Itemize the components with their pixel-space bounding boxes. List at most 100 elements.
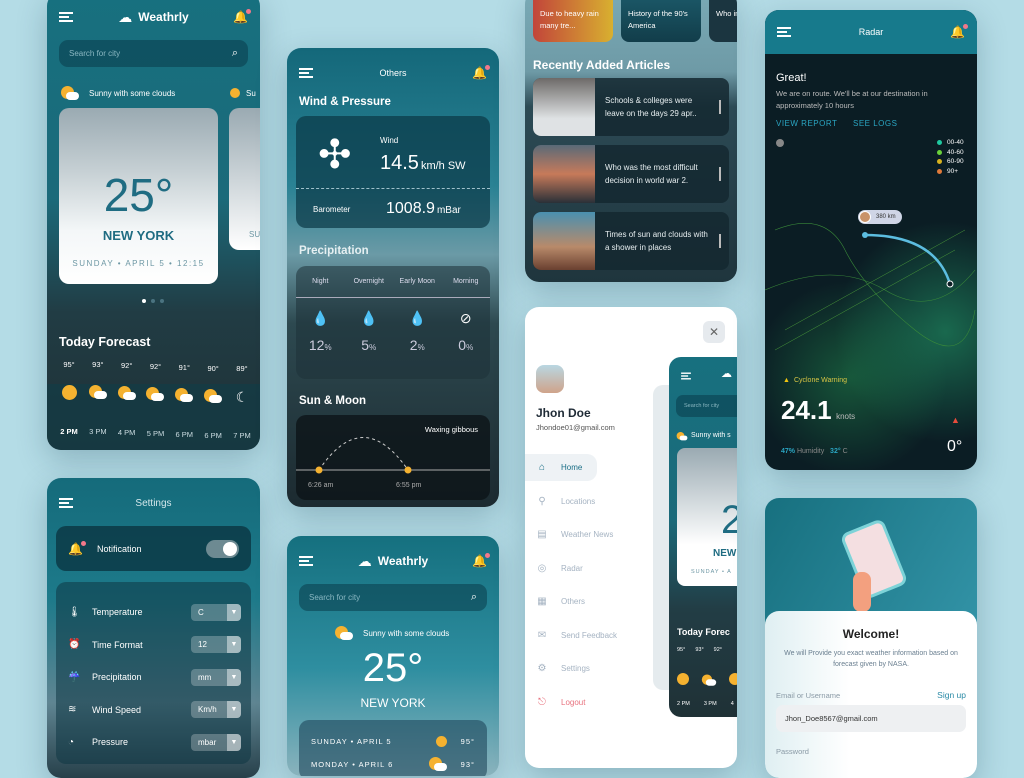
setting-select[interactable]: 12 ▼: [191, 636, 241, 654]
hour-time: 4 PM: [117, 428, 136, 437]
phone-hand-illustration: [839, 517, 909, 601]
close-button[interactable]: ✕: [703, 321, 725, 343]
partly-cloudy-icon: [146, 387, 165, 402]
menu-item-home[interactable]: ⌂ Home: [525, 454, 597, 481]
hour-time: 2 PM: [677, 701, 690, 707]
article-thumbnail: [533, 78, 595, 136]
setting-row: ⏰ Time Format 12 ▼: [68, 629, 241, 662]
sun-icon: [677, 673, 689, 685]
notification-label: Notification: [96, 543, 142, 554]
section-title: Sun & Moon: [299, 395, 367, 407]
menu-item-settings[interactable]: ⚙ Settings: [525, 655, 650, 682]
setting-value: mm: [198, 672, 212, 682]
hour-forecast[interactable]: 92° 4 PM: [113, 360, 141, 440]
wind-speed-unit: knots: [836, 412, 856, 421]
warning-text: Cyclone Warning: [793, 377, 847, 384]
chevron-down-icon: ▼: [227, 668, 241, 686]
menu-item-label: Send Feedback: [561, 630, 618, 640]
bell-icon[interactable]: 🔔: [472, 553, 490, 568]
distance-badge: 380 km: [858, 210, 902, 224]
menu-item-weather-news[interactable]: ▤ Weather News: [525, 521, 650, 548]
next-weather-card[interactable]: SU: [229, 108, 260, 250]
weather-card[interactable]: 25° NEW YORK SUNDAY • APRIL 5 • 12:15: [59, 108, 218, 284]
setting-select[interactable]: mbar ▼: [191, 733, 241, 751]
article-item[interactable]: Schools & colleges were leave on the day…: [533, 78, 729, 136]
hour-time: 3 PM: [89, 427, 107, 436]
menu-item-others[interactable]: ▦ Others: [525, 588, 650, 615]
article-thumbnail: [533, 212, 595, 270]
menu-icon[interactable]: [59, 12, 73, 22]
setting-row: ☔ Precipitation mm ▼: [68, 661, 241, 694]
setting-select[interactable]: Km/h ▼: [191, 701, 241, 719]
menu-item-logout[interactable]: ⎋ Logout: [525, 689, 650, 716]
top-article-card[interactable]: Who in w: [709, 0, 737, 42]
menu-icon[interactable]: [59, 498, 73, 508]
menu-item-locations[interactable]: ⚲ Locations: [525, 488, 650, 515]
setting-label: Wind Speed: [92, 704, 142, 715]
search-input[interactable]: Search for city ⌕: [59, 40, 248, 67]
menu-item-radar[interactable]: ◎ Radar: [525, 555, 650, 582]
hour-temp: 93°: [92, 360, 104, 369]
hourly-forecast: 95° 2 PM 93° 3 PM 92° 4 PM 92° 5 PM 91° 6 PM 90° 6 …: [55, 360, 260, 440]
chevron-down-icon: ▼: [227, 733, 241, 751]
signup-link[interactable]: Sign up: [937, 690, 966, 700]
search-input[interactable]: Search for city ⌕: [299, 584, 487, 611]
hour-forecast[interactable]: 90° 6 PM: [199, 360, 227, 440]
forecast-title: Today Forecast: [59, 335, 151, 349]
hour-time: 5 PM: [146, 429, 165, 438]
article-item[interactable]: Times of sun and clouds with a shower in…: [533, 212, 729, 270]
notification-toggle[interactable]: [206, 539, 239, 558]
article-item[interactable]: Who was the most difficult decision in w…: [533, 145, 729, 203]
article-title: Who in w: [716, 9, 737, 18]
top-article-card[interactable]: Due to heavy rain many tre...: [533, 0, 613, 42]
cloud-logo-icon: ☁: [357, 552, 372, 569]
hour-forecast[interactable]: 92° 5 PM: [141, 360, 169, 440]
sun-icon: [61, 385, 77, 400]
setting-value: mbar: [198, 737, 217, 747]
scroll-indicator: [719, 100, 721, 114]
menu-icon[interactable]: [299, 68, 313, 78]
next-card-text: SU: [249, 230, 260, 239]
menu-item-label: Others: [561, 597, 586, 606]
moon-cloud-icon: ☾: [235, 389, 249, 405]
setting-label: Precipitation: [92, 672, 142, 683]
precip-value: 5: [361, 337, 370, 353]
hour-temp: 93°: [695, 647, 704, 653]
hour-forecast[interactable]: 93° 3 PM: [84, 360, 112, 440]
carousel-dots[interactable]: [142, 299, 164, 303]
search-icon[interactable]: ⌕: [232, 47, 238, 60]
precip-label: Night: [296, 266, 345, 298]
bell-icon[interactable]: 🔔: [472, 65, 490, 80]
top-article-card[interactable]: History of the 90's America: [621, 0, 701, 42]
bell-icon[interactable]: 🔔: [233, 9, 251, 24]
menu-item-send-feedback[interactable]: ✉ Send Feedback: [525, 622, 650, 649]
rain-cloud-icon: ☔: [68, 671, 81, 683]
setting-select[interactable]: mm ▼: [191, 668, 241, 686]
settings-icon: ⚙: [537, 663, 547, 674]
menu-icon[interactable]: [299, 556, 313, 566]
search-icon[interactable]: ⌕: [471, 591, 477, 604]
hour-forecast[interactable]: 95° 2 PM: [55, 360, 83, 440]
hour-time: 2 PM: [60, 427, 78, 436]
article-title: Due to heavy rain many tre...: [540, 9, 599, 30]
day-row[interactable]: MONDAY • APRIL 6 93°: [311, 753, 475, 776]
section-title: Wind & Pressure: [299, 96, 391, 108]
avatar: [536, 365, 564, 393]
precip-column: Morning ⊘ 0%: [441, 266, 490, 379]
home-icon: ⌂: [538, 462, 546, 473]
article-title: Times of sun and clouds with a shower in…: [605, 230, 708, 252]
menu-item-label: Settings: [561, 664, 590, 673]
bell-icon: 🔔: [68, 540, 86, 556]
setting-select[interactable]: C ▼: [191, 603, 241, 621]
day-row[interactable]: SUNDAY • APRIL 5 95°: [311, 730, 475, 753]
email-input[interactable]: Jhon_Doe8567@gmail.com: [776, 705, 966, 732]
setting-row: 🌡 Temperature C ▼: [68, 596, 241, 629]
hour-forecast[interactable]: 91° 6 PM: [170, 360, 198, 440]
home-preview: ☁ Search for city Sunny with s 2 NEW SUN…: [669, 357, 737, 717]
partly-cloudy-icon: [701, 674, 717, 687]
menu-item-label: Logout: [561, 697, 586, 707]
precip-label: Early Moon: [393, 266, 442, 298]
thermometer-icon: 🌡: [68, 606, 81, 618]
hour-forecast[interactable]: 89° ☾ 7 PM: [228, 360, 256, 440]
barometer-unit: mBar: [436, 205, 461, 216]
